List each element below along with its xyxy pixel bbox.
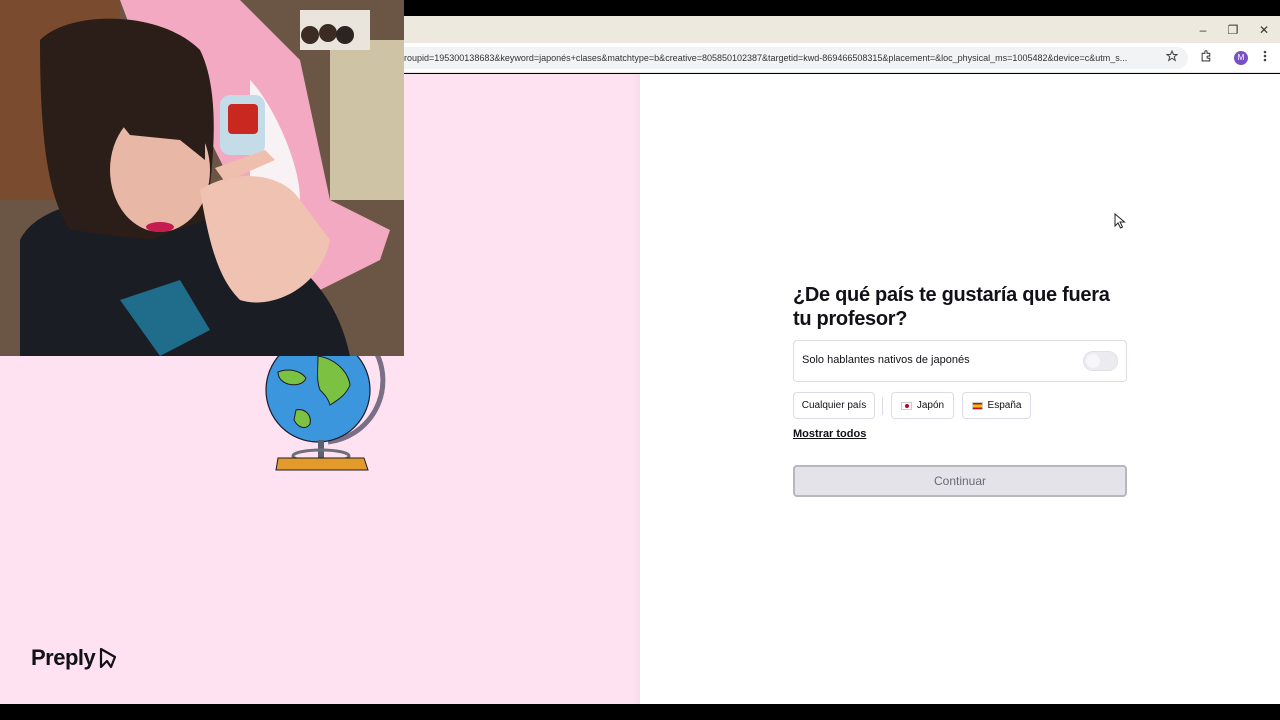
- es-flag-icon: [971, 401, 983, 410]
- browser-menu-icon[interactable]: [1256, 49, 1274, 67]
- continue-button[interactable]: Continuar: [793, 465, 1127, 497]
- chip-separator: [882, 397, 883, 415]
- screen: – ❐ ✕ roupid=195300138683&keyword=japoné…: [0, 0, 1280, 720]
- brand-name: Preply: [31, 645, 96, 670]
- preply-mark-icon: [100, 647, 117, 669]
- webcam-video-frame: [0, 0, 404, 356]
- restore-button[interactable]: ❐: [1222, 20, 1244, 40]
- chip-spain[interactable]: España: [962, 392, 1031, 419]
- mouse-cursor-icon: [1114, 213, 1126, 229]
- bookmark-star-icon[interactable]: [1163, 49, 1181, 67]
- extensions-icon[interactable]: [1197, 49, 1215, 67]
- question-title: ¿De qué país te gustaría que fuera tu pr…: [793, 284, 1110, 330]
- close-window-button[interactable]: ✕: [1253, 20, 1275, 40]
- show-all-link[interactable]: Mostrar todos: [793, 428, 866, 440]
- chip-label: España: [987, 400, 1022, 411]
- preply-logo[interactable]: Preply: [31, 644, 118, 672]
- url-text[interactable]: roupid=195300138683&keyword=japonés+clas…: [404, 51, 1160, 65]
- toggle-knob: [1086, 354, 1100, 368]
- chip-japan[interactable]: Japón: [891, 392, 954, 419]
- native-speakers-toggle[interactable]: [1083, 351, 1118, 371]
- native-speakers-label: Solo hablantes nativos de japonés: [802, 354, 970, 366]
- question-panel: [640, 74, 1280, 704]
- native-speakers-toggle-row[interactable]: Solo hablantes nativos de japonés: [793, 340, 1127, 382]
- chip-any-country[interactable]: Cualquier país: [793, 392, 875, 419]
- webcam-overlay: [0, 0, 404, 356]
- chip-label: Cualquier país: [801, 400, 867, 411]
- minimize-button[interactable]: –: [1192, 20, 1214, 40]
- continue-label: Continuar: [933, 474, 987, 488]
- jp-flag-icon: [900, 401, 912, 410]
- globe-illustration: [265, 350, 386, 471]
- chip-label: Japón: [916, 400, 945, 411]
- profile-avatar[interactable]: M: [1234, 51, 1248, 65]
